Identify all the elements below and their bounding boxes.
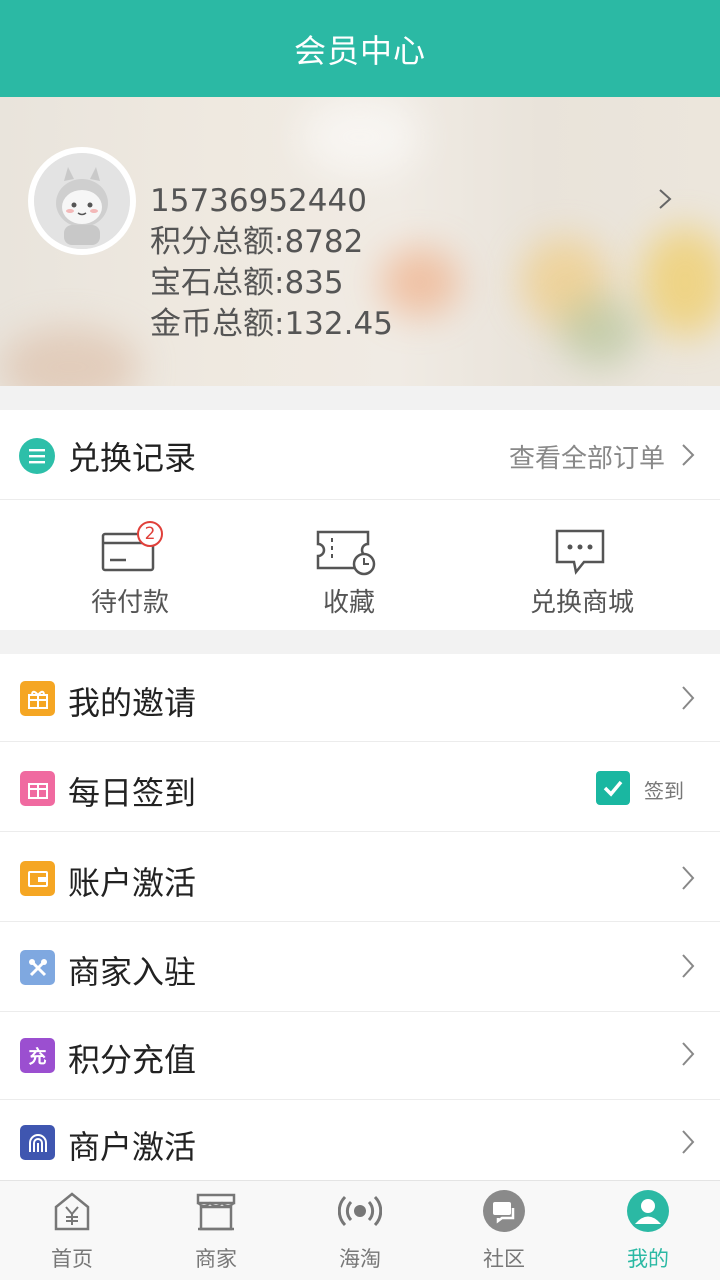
- chevron-right-icon[interactable]: [676, 440, 700, 470]
- phone-number: 15736952440: [150, 183, 367, 219]
- avatar-image: [34, 153, 130, 249]
- chevron-right-icon: [682, 954, 695, 978]
- menu-label: 积分充值: [68, 1041, 197, 1079]
- tab-merchants[interactable]: 商家: [144, 1181, 288, 1280]
- ticket-clock-icon: [316, 530, 376, 576]
- coins-total: 金币总额:132.45: [150, 306, 393, 342]
- checkin-checkbox[interactable]: [596, 771, 630, 805]
- chevron-right-icon[interactable]: [653, 185, 677, 213]
- tab-home[interactable]: 首页: [0, 1181, 144, 1280]
- store-icon: [196, 1193, 236, 1231]
- gift-box-icon: [20, 771, 55, 806]
- points-total: 积分总额:8782: [150, 224, 364, 260]
- chevron-right-icon: [682, 1042, 695, 1066]
- tab-label: 海淘: [339, 1247, 381, 1271]
- home-yen-icon: [54, 1192, 90, 1231]
- view-all-orders-link[interactable]: 查看全部订单: [509, 438, 665, 475]
- menu-list: 我的邀请 每日签到 签到 账户激活 商家入驻 充 积分充值 商户激活: [0, 654, 720, 1180]
- list-icon: [19, 438, 55, 474]
- tab-label: 社区: [483, 1247, 525, 1271]
- menu-item-my-invitations[interactable]: 我的邀请: [0, 654, 720, 742]
- exchange-records-header[interactable]: 兑换记录 查看全部订单: [0, 410, 720, 500]
- menu-label: 账户激活: [68, 864, 197, 902]
- tab-community[interactable]: 社区: [432, 1181, 576, 1280]
- top-nav-bar: 会员中心: [0, 0, 720, 97]
- exchange-records-title: 兑换记录: [68, 439, 197, 477]
- chevron-right-icon: [682, 1130, 695, 1154]
- gems-total: 宝石总额:835: [150, 265, 344, 301]
- community-chat-icon: [483, 1190, 525, 1232]
- profile-info: 15736952440 积分总额:8782 宝石总额:835 金币总额:132.…: [150, 181, 393, 345]
- shortcut-label: 兑换商城: [530, 588, 635, 618]
- menu-item-account-activation[interactable]: 账户激活: [0, 834, 720, 922]
- bottom-tab-bar: 首页 商家 海淘 社区 我的: [0, 1180, 720, 1280]
- tools-icon: [20, 950, 55, 985]
- shortcut-exchange-mall[interactable]: 兑换商城: [510, 500, 650, 630]
- pending-count-badge: 2: [137, 521, 163, 547]
- menu-item-merchant-onboarding[interactable]: 商家入驻: [0, 924, 720, 1012]
- chat-bubble-icon: [555, 529, 605, 575]
- shortcut-label: 收藏: [323, 588, 376, 618]
- tab-label: 首页: [51, 1247, 93, 1271]
- tab-mine[interactable]: 我的: [576, 1181, 720, 1280]
- shortcut-label: 待付款: [91, 588, 170, 618]
- checkin-label: 签到: [644, 779, 684, 803]
- menu-label: 我的邀请: [68, 684, 197, 722]
- menu-item-points-recharge[interactable]: 充 积分充值: [0, 1012, 720, 1100]
- wallet-icon: [20, 861, 55, 896]
- profile-banner[interactable]: 15736952440 积分总额:8782 宝石总额:835 金币总额:132.…: [0, 97, 720, 386]
- recharge-icon: 充: [20, 1038, 55, 1073]
- menu-label: 每日签到: [68, 774, 197, 812]
- menu-label: 商家入驻: [68, 953, 197, 991]
- avatar[interactable]: [28, 147, 136, 255]
- shortcut-pending-payment[interactable]: 2 待付款: [60, 500, 200, 630]
- order-shortcuts: 2 待付款 收藏 兑换商城: [0, 500, 720, 630]
- user-icon: [627, 1190, 669, 1232]
- menu-item-merchant-activation[interactable]: 商户激活: [0, 1100, 720, 1188]
- chevron-right-icon: [682, 686, 695, 710]
- shortcut-favorites[interactable]: 收藏: [280, 500, 420, 630]
- chevron-right-icon: [682, 866, 695, 890]
- gift-icon: [20, 681, 55, 716]
- broadcast-icon: [338, 1195, 382, 1227]
- page-title: 会员中心: [293, 31, 426, 70]
- menu-label: 商户激活: [68, 1128, 197, 1166]
- tab-label: 商家: [195, 1247, 237, 1271]
- tab-label: 我的: [627, 1247, 669, 1271]
- menu-item-daily-checkin[interactable]: 每日签到 签到: [0, 744, 720, 832]
- fingerprint-icon: [20, 1125, 55, 1160]
- recharge-icon-text: 充: [28, 1046, 47, 1068]
- tab-overseas[interactable]: 海淘: [288, 1181, 432, 1280]
